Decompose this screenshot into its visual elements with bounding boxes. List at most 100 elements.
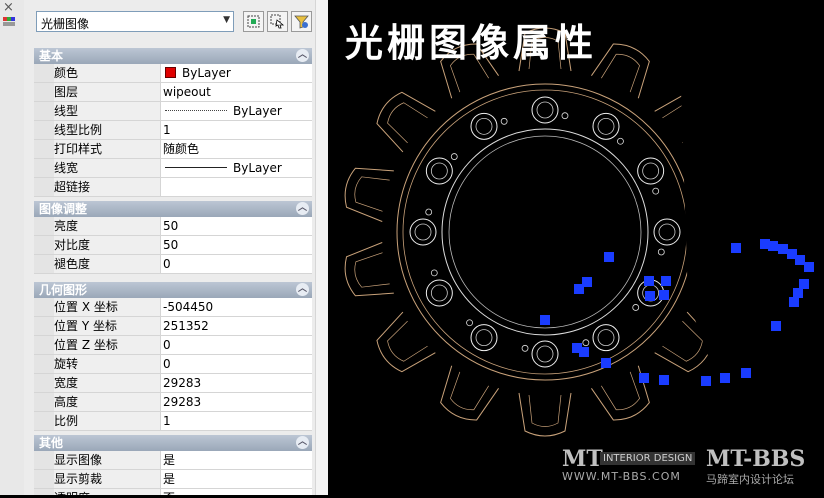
left-dock-strip: ×: [0, 0, 25, 495]
property-label: 线宽: [54, 159, 161, 177]
selection-grip: [659, 375, 669, 385]
property-value[interactable]: 1: [161, 121, 312, 139]
collapse-chevron-icon[interactable]: ︿: [296, 49, 309, 62]
property-label: 位置 Y 坐标: [54, 317, 161, 335]
property-value[interactable]: 是: [161, 470, 312, 488]
row-gutter: [34, 178, 54, 196]
property-row[interactable]: 颜色 ByLayer: [34, 64, 312, 83]
selection-grip: [799, 279, 809, 289]
row-gutter: [34, 64, 54, 82]
row-gutter: [34, 121, 54, 139]
section-header[interactable]: 图像调整 ︿: [34, 201, 312, 217]
object-type-dropdown[interactable]: 光栅图像 ▼: [36, 11, 234, 32]
property-row[interactable]: 线宽 ByLayer: [34, 159, 312, 178]
property-row[interactable]: 比例 1: [34, 412, 312, 431]
property-value-text: ByLayer: [233, 104, 282, 118]
property-value[interactable]: 0: [161, 255, 312, 273]
property-row[interactable]: 线型比例 1: [34, 121, 312, 140]
property-row[interactable]: 宽度 29283: [34, 374, 312, 393]
property-value[interactable]: 29283: [161, 393, 312, 411]
property-row[interactable]: 位置 Y 坐标 251352: [34, 317, 312, 336]
row-gutter: [34, 336, 54, 354]
section-header[interactable]: 基本 ︿: [34, 48, 312, 64]
property-value[interactable]: ByLayer: [161, 102, 312, 120]
property-value-text: 29283: [163, 376, 202, 390]
section-0: 基本 ︿ 颜色 ByLayer 图层 wipeout 线型 ByLayer 线型比例 1 打印样式随…: [34, 48, 312, 197]
row-gutter: [34, 217, 54, 235]
selection-grip: [789, 297, 799, 307]
selection-grip: [793, 288, 803, 298]
collapse-chevron-icon[interactable]: ︿: [296, 436, 309, 449]
property-row[interactable]: 超链接: [34, 178, 312, 197]
property-value-text: 随颜色: [163, 142, 200, 156]
section-title: 基本: [39, 49, 64, 63]
property-value[interactable]: 251352: [161, 317, 312, 335]
color-swatch-icon: [165, 67, 176, 78]
palette-icon[interactable]: [3, 17, 15, 27]
select-objects-button[interactable]: [267, 11, 288, 32]
property-row[interactable]: 位置 X 坐标 -504450: [34, 298, 312, 317]
property-row[interactable]: 位置 Z 坐标 0: [34, 336, 312, 355]
property-value-text: 50: [163, 219, 179, 233]
cup: [430, 269, 438, 277]
plate: [653, 218, 681, 246]
watermark-url: WWW.MT-BBS.COM: [562, 470, 681, 483]
property-value[interactable]: [161, 178, 312, 196]
property-label: 对比度: [54, 236, 161, 254]
row-gutter: [34, 355, 54, 373]
property-value[interactable]: 0: [161, 355, 312, 373]
drawing-canvas[interactable]: [328, 0, 824, 495]
property-row[interactable]: 高度 29283: [34, 393, 312, 412]
close-icon[interactable]: ×: [3, 0, 14, 15]
property-value[interactable]: 0: [161, 336, 312, 354]
chair: [344, 167, 394, 222]
property-row[interactable]: 线型 ByLayer: [34, 102, 312, 121]
property-row[interactable]: 图层 wipeout: [34, 83, 312, 102]
collapse-chevron-icon[interactable]: ︿: [296, 283, 309, 296]
property-value[interactable]: wipeout: [161, 83, 312, 101]
property-value-text: 29283: [163, 395, 202, 409]
property-value[interactable]: 是: [161, 451, 312, 469]
property-value[interactable]: ByLayer: [161, 159, 312, 177]
palette-scrollbar[interactable]: [315, 0, 328, 495]
property-row[interactable]: 透明度否: [34, 489, 312, 495]
property-value[interactable]: 50: [161, 236, 312, 254]
property-row[interactable]: 打印样式 随颜色: [34, 140, 312, 159]
quick-select-button[interactable]: [291, 11, 312, 32]
property-value[interactable]: -504450: [161, 298, 312, 316]
property-value[interactable]: 1: [161, 412, 312, 430]
properties-palette: 光栅图像 ▼ 基本 ︿ 颜色 ByLayer 图层 wipeout 线型 ByLayer 线型比…: [24, 0, 328, 495]
property-row[interactable]: 亮度 50: [34, 217, 312, 236]
plate-inner: [597, 117, 615, 135]
property-row[interactable]: 旋转 0: [34, 355, 312, 374]
toggle-pickadd-button[interactable]: [243, 11, 264, 32]
watermark-brand: MT: [562, 446, 603, 472]
property-value[interactable]: 50: [161, 217, 312, 235]
property-label: 褪色度: [54, 255, 161, 273]
property-label: 位置 X 坐标: [54, 298, 161, 316]
section-header[interactable]: 几何图形 ︿: [34, 282, 312, 298]
property-value[interactable]: ByLayer: [161, 64, 312, 82]
property-label: 高度: [54, 393, 161, 411]
selection-grip: [574, 284, 584, 294]
plate-inner: [430, 284, 448, 302]
collapse-chevron-icon[interactable]: ︿: [296, 202, 309, 215]
property-row[interactable]: 对比度 50: [34, 236, 312, 255]
property-row[interactable]: 显示剪裁是: [34, 470, 312, 489]
property-value[interactable]: 随颜色: [161, 140, 312, 158]
property-value[interactable]: 29283: [161, 374, 312, 392]
canvas-title: 光栅图像属性: [345, 21, 598, 65]
property-label: 显示剪裁: [54, 470, 161, 488]
property-row[interactable]: 显示图像是: [34, 451, 312, 470]
property-value[interactable]: 否: [161, 489, 312, 495]
chair: [440, 365, 499, 421]
section-header[interactable]: 其他 ︿: [34, 435, 312, 451]
object-type-value: 光栅图像: [41, 17, 90, 31]
selection-grip: [604, 252, 614, 262]
property-row[interactable]: 褪色度 0: [34, 255, 312, 274]
property-value-text: 1: [163, 414, 171, 428]
selection-grip: [795, 255, 805, 265]
plate-inner: [536, 345, 554, 363]
row-gutter: [34, 236, 54, 254]
property-value-text: 是: [163, 472, 176, 486]
